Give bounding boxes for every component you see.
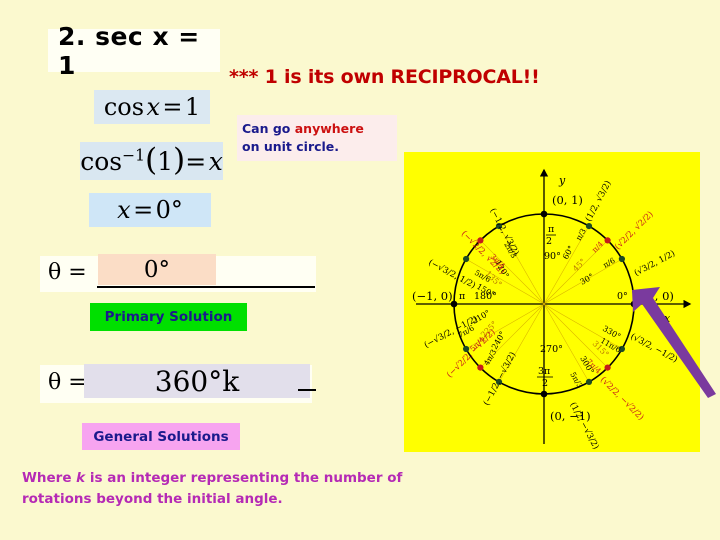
svg-text:(1/2, √3/2): (1/2, √3/2) [583,179,614,224]
svg-text:(√2/2, √2/2): (√2/2, √2/2) [612,209,655,252]
primary-solution-row: θ = 0° [40,254,316,292]
equation-cos-text: cos x = 1 [103,93,201,121]
anywhere-note-line2: on unit circle. [242,139,340,155]
svg-text:(−√3/2, 1/2): (−√3/2, 1/2) [427,257,478,291]
svg-text:π/4: π/4 [590,239,605,254]
x-axis-label: x [664,312,671,325]
svg-text:(√3/2, 1/2): (√3/2, 1/2) [632,248,677,279]
svg-text:(1, 0): (1, 0) [643,289,674,303]
unit-circle-panel: y x (1, 0) (0, 1) (−1, 0) (0, −1) 0° 0 π… [404,152,700,452]
svg-text:(√2/2, −√2/2): (√2/2, −√2/2) [598,374,646,422]
svg-text:3π: 3π [538,366,550,377]
svg-text:5π/3: 5π/3 [568,371,584,390]
svg-text:270°: 270° [540,344,563,355]
general-solution-value: 360°k [84,364,310,398]
footnote-prefix: Where [22,470,77,486]
equation-x-equals-zero-text: x = 0° [117,196,183,224]
svg-text:(−1/2, √3/2): (−1/2, √3/2) [487,206,521,257]
anywhere-note: Can go anywhere on unit circle. [237,115,397,161]
svg-text:(−1, 0): (−1, 0) [412,289,453,303]
svg-text:(−√2/2, √2/2): (−√2/2, √2/2) [459,228,507,276]
anywhere-note-line1-prefix: Can go [242,121,295,136]
y-axis-label: y [558,174,566,187]
reciprocal-note: *** 1 is its own RECIPROCAL!! [229,66,540,88]
problem-statement: 2. sec x = 1 [48,22,220,80]
general-solution-blank-line [298,389,316,391]
svg-text:(√3/2, −1/2): (√3/2, −1/2) [629,331,680,365]
q1-coordinate-labels: (√3/2, 1/2) (√2/2, √2/2) (1/2, √3/2) [583,179,677,279]
equation-arccos-text: cos−1(1)= x [80,141,223,178]
primary-solution-label: Primary Solution [90,303,247,331]
footnote: Where k is an integer representing the n… [22,468,442,510]
svg-text:π: π [459,291,465,302]
primary-solution-value: 0° [98,254,216,285]
svg-text:0°: 0° [617,291,628,302]
svg-text:π/3: π/3 [574,227,588,242]
q2-coordinate-labels: (−1/2, √3/2) (−√2/2, √2/2) (−√3/2, 1/2) [427,206,522,291]
slide-canvas: 2. sec x = 1 *** 1 is its own RECIPROCAL… [0,0,720,540]
svg-text:(1/2, −√3/2): (1/2, −√3/2) [567,400,601,451]
svg-text:2: 2 [542,378,548,389]
equation-cos: cos x = 1 [94,90,210,124]
svg-text:π: π [548,224,554,235]
unit-circle-diagram: y x (1, 0) (0, 1) (−1, 0) (0, −1) 0° 0 π… [412,168,692,451]
equation-x-equals-zero: x = 0° [89,193,211,227]
svg-text:(0, 1): (0, 1) [552,193,583,207]
general-solution-row: θ = 360°k [40,364,316,403]
svg-text:30°: 30° [579,272,596,287]
svg-text:π/6: π/6 [602,256,617,270]
svg-text:0: 0 [632,291,638,302]
anywhere-note-emphasis: anywhere [294,121,364,136]
theta-symbol-general: θ = [48,370,87,395]
primary-solution-blank-line [97,286,315,288]
general-solutions-label: General Solutions [82,423,240,450]
theta-symbol-primary: θ = [48,260,87,285]
svg-text:45°: 45° [571,257,587,273]
svg-text:90°: 90° [544,251,561,262]
svg-text:2: 2 [546,236,552,247]
footnote-variable-k: k [76,470,86,486]
equation-arccos: cos−1(1)= x [80,142,223,180]
